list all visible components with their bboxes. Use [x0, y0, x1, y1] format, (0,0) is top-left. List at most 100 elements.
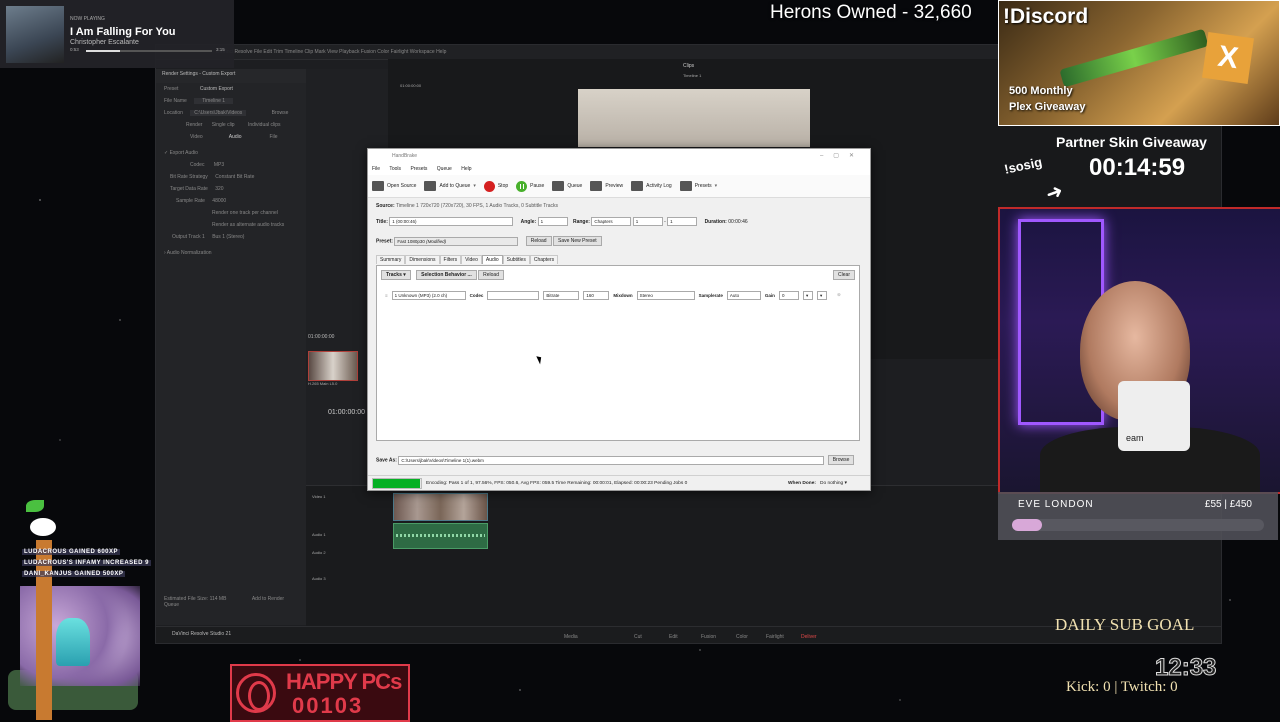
stop-button[interactable]: Stop: [483, 180, 508, 192]
tab-chapters[interactable]: Chapters: [529, 255, 559, 264]
menu-tools[interactable]: Tools: [389, 166, 401, 172]
tab-subtitles[interactable]: Subtitles: [502, 255, 530, 264]
menu-presets[interactable]: Presets: [410, 166, 427, 172]
tab-filters[interactable]: Filters: [439, 255, 462, 264]
codec-label: Codec: [469, 292, 484, 298]
tracks-button[interactable]: Tracks ▾: [381, 270, 411, 280]
discord-banner: !Discord X 500 Monthly Plex Giveaway: [998, 0, 1280, 126]
tab-audio[interactable]: Audio: [481, 255, 503, 264]
selection-behavior-button[interactable]: Selection Behavior ...: [416, 270, 477, 280]
tab-file[interactable]: File: [270, 134, 278, 140]
codec-label: Codec: [190, 162, 205, 168]
bitrate-strategy-label: Bit Rate Strategy: [170, 174, 208, 180]
location-input[interactable]: C:\Users\Jbak\Videos: [190, 110, 247, 116]
single-clip-radio[interactable]: Single clip: [212, 122, 235, 128]
output-track-select[interactable]: Bus 1 (Stereo): [212, 234, 244, 240]
preset-select[interactable]: Fast 1080p30 (Modified): [394, 236, 519, 246]
add-to-queue-button[interactable]: Add to Queue ▾: [424, 181, 476, 191]
output-track-label: Output Track 1: [172, 234, 205, 240]
samplerate-label: Samplerate: [698, 292, 723, 298]
drag-handle-icon[interactable]: ≡: [385, 293, 388, 298]
page-color[interactable]: Color: [736, 634, 748, 640]
browse-button[interactable]: Browse: [827, 455, 855, 465]
tab-audio[interactable]: Audio: [229, 134, 242, 140]
timeline-audio-clip[interactable]: [393, 523, 488, 549]
clip-thumbnail[interactable]: [308, 351, 358, 381]
codec-select[interactable]: MP3: [214, 162, 224, 168]
clear-button[interactable]: Clear: [833, 270, 855, 280]
advanced-dropdown[interactable]: ▾: [816, 290, 827, 300]
page-deliver[interactable]: Deliver: [801, 634, 817, 640]
queue-label: Queue: [567, 183, 583, 189]
pause-button[interactable]: Pause: [516, 180, 544, 192]
when-done-label: When Done:: [788, 480, 816, 486]
data-rate-input[interactable]: 320: [215, 186, 223, 192]
presets-button[interactable]: Presets ▾: [679, 181, 718, 191]
page-fairlight[interactable]: Fairlight: [766, 634, 784, 640]
angle-select[interactable]: 1: [537, 217, 568, 226]
filename-input[interactable]: Timeline 1: [194, 98, 234, 104]
preset-value[interactable]: Custom Export: [200, 86, 233, 92]
chevron-down-icon[interactable]: ▾: [473, 183, 476, 189]
save-new-preset-button[interactable]: Save New Preset: [552, 236, 602, 246]
range-select[interactable]: Chapters: [591, 217, 632, 226]
queue-button[interactable]: Queue: [552, 181, 582, 191]
preview-button[interactable]: Preview: [590, 181, 623, 191]
activity-log-button[interactable]: Activity Log: [631, 181, 672, 191]
song-title: I Am Falling For You: [70, 26, 176, 38]
time-total: 3:15: [216, 47, 225, 52]
audio-normalization[interactable]: Audio Normalization: [167, 250, 212, 256]
eyes-icon: [30, 518, 56, 536]
gain-input[interactable]: 0: [778, 290, 799, 300]
individual-clips-radio[interactable]: Individual clips: [248, 122, 281, 128]
add-queue-icon: [424, 181, 437, 191]
menu-queue[interactable]: Queue: [437, 166, 452, 172]
tab-dimensions[interactable]: Dimensions: [405, 255, 440, 264]
bitrate-mode-select[interactable]: Bitrate: [543, 290, 580, 300]
title-label: Title:: [376, 218, 388, 225]
tab-video[interactable]: Video: [190, 134, 203, 140]
page-fusion[interactable]: Fusion: [701, 634, 716, 640]
herons-owned: Herons Owned - 32,660: [770, 2, 972, 23]
timeline-video-clip[interactable]: [393, 493, 488, 521]
codec-select[interactable]: [487, 290, 540, 300]
location-browse-button[interactable]: Browse: [272, 110, 289, 116]
handbrake-window: HandBrake –▢✕ File Tools Presets Queue H…: [367, 148, 871, 491]
remove-track-icon[interactable]: ⊗: [837, 292, 841, 298]
gain-stepper[interactable]: ▾: [802, 290, 813, 300]
render-one-track-checkbox[interactable]: Render one track per channel: [156, 207, 306, 219]
reload-preset-button[interactable]: Reload: [525, 236, 552, 246]
title-select[interactable]: 1 (00:00:46): [389, 217, 514, 226]
tab-summary[interactable]: Summary: [376, 255, 406, 264]
range-from-select[interactable]: 1: [632, 217, 663, 226]
time-elapsed: 0:53: [70, 47, 79, 52]
bitrate-select[interactable]: 160: [583, 290, 610, 300]
title-row: Title: 1 (00:00:46) Angle: 1 Range: Chap…: [376, 217, 748, 226]
audio-source-select[interactable]: 1 Unknown (MP3) (2.0 ch): [391, 290, 466, 300]
duration-value: 00:00:46: [728, 218, 748, 225]
reload-audio-button[interactable]: Reload: [478, 270, 504, 280]
chevron-down-icon[interactable]: ▾: [715, 183, 718, 189]
render-alt-checkbox[interactable]: Render as alternate audio tracks: [156, 219, 306, 231]
range-to-select[interactable]: 1: [667, 217, 698, 226]
menu-file[interactable]: File: [372, 166, 380, 172]
timeline-tab[interactable]: Timeline 1: [683, 73, 701, 78]
save-as-input[interactable]: C:\Users\jbak\Videos\Timeline 1(1).webm: [398, 455, 825, 465]
queue-icon: [552, 181, 565, 191]
track-a2: Audio 2: [312, 550, 326, 555]
when-done-select[interactable]: Do nothing ▾: [820, 481, 847, 486]
menu-help[interactable]: Help: [461, 166, 471, 172]
page-media[interactable]: Media: [564, 634, 578, 640]
tab-video[interactable]: Video: [461, 255, 482, 264]
page-cut[interactable]: Cut: [634, 634, 642, 640]
export-audio-checkbox[interactable]: Export Audio: [170, 150, 198, 156]
clips-label[interactable]: Clips: [683, 63, 694, 69]
range-label: Range:: [572, 218, 590, 225]
sample-rate-select[interactable]: 48000: [212, 198, 226, 204]
mixdown-select[interactable]: Stereo: [636, 290, 695, 300]
page-edit[interactable]: Edit: [669, 634, 678, 640]
samplerate-select[interactable]: Auto: [726, 290, 761, 300]
open-source-button[interactable]: Open Source: [372, 181, 416, 191]
window-controls[interactable]: –▢✕: [820, 149, 864, 163]
bitrate-strategy-select[interactable]: Constant Bit Rate: [215, 174, 254, 180]
